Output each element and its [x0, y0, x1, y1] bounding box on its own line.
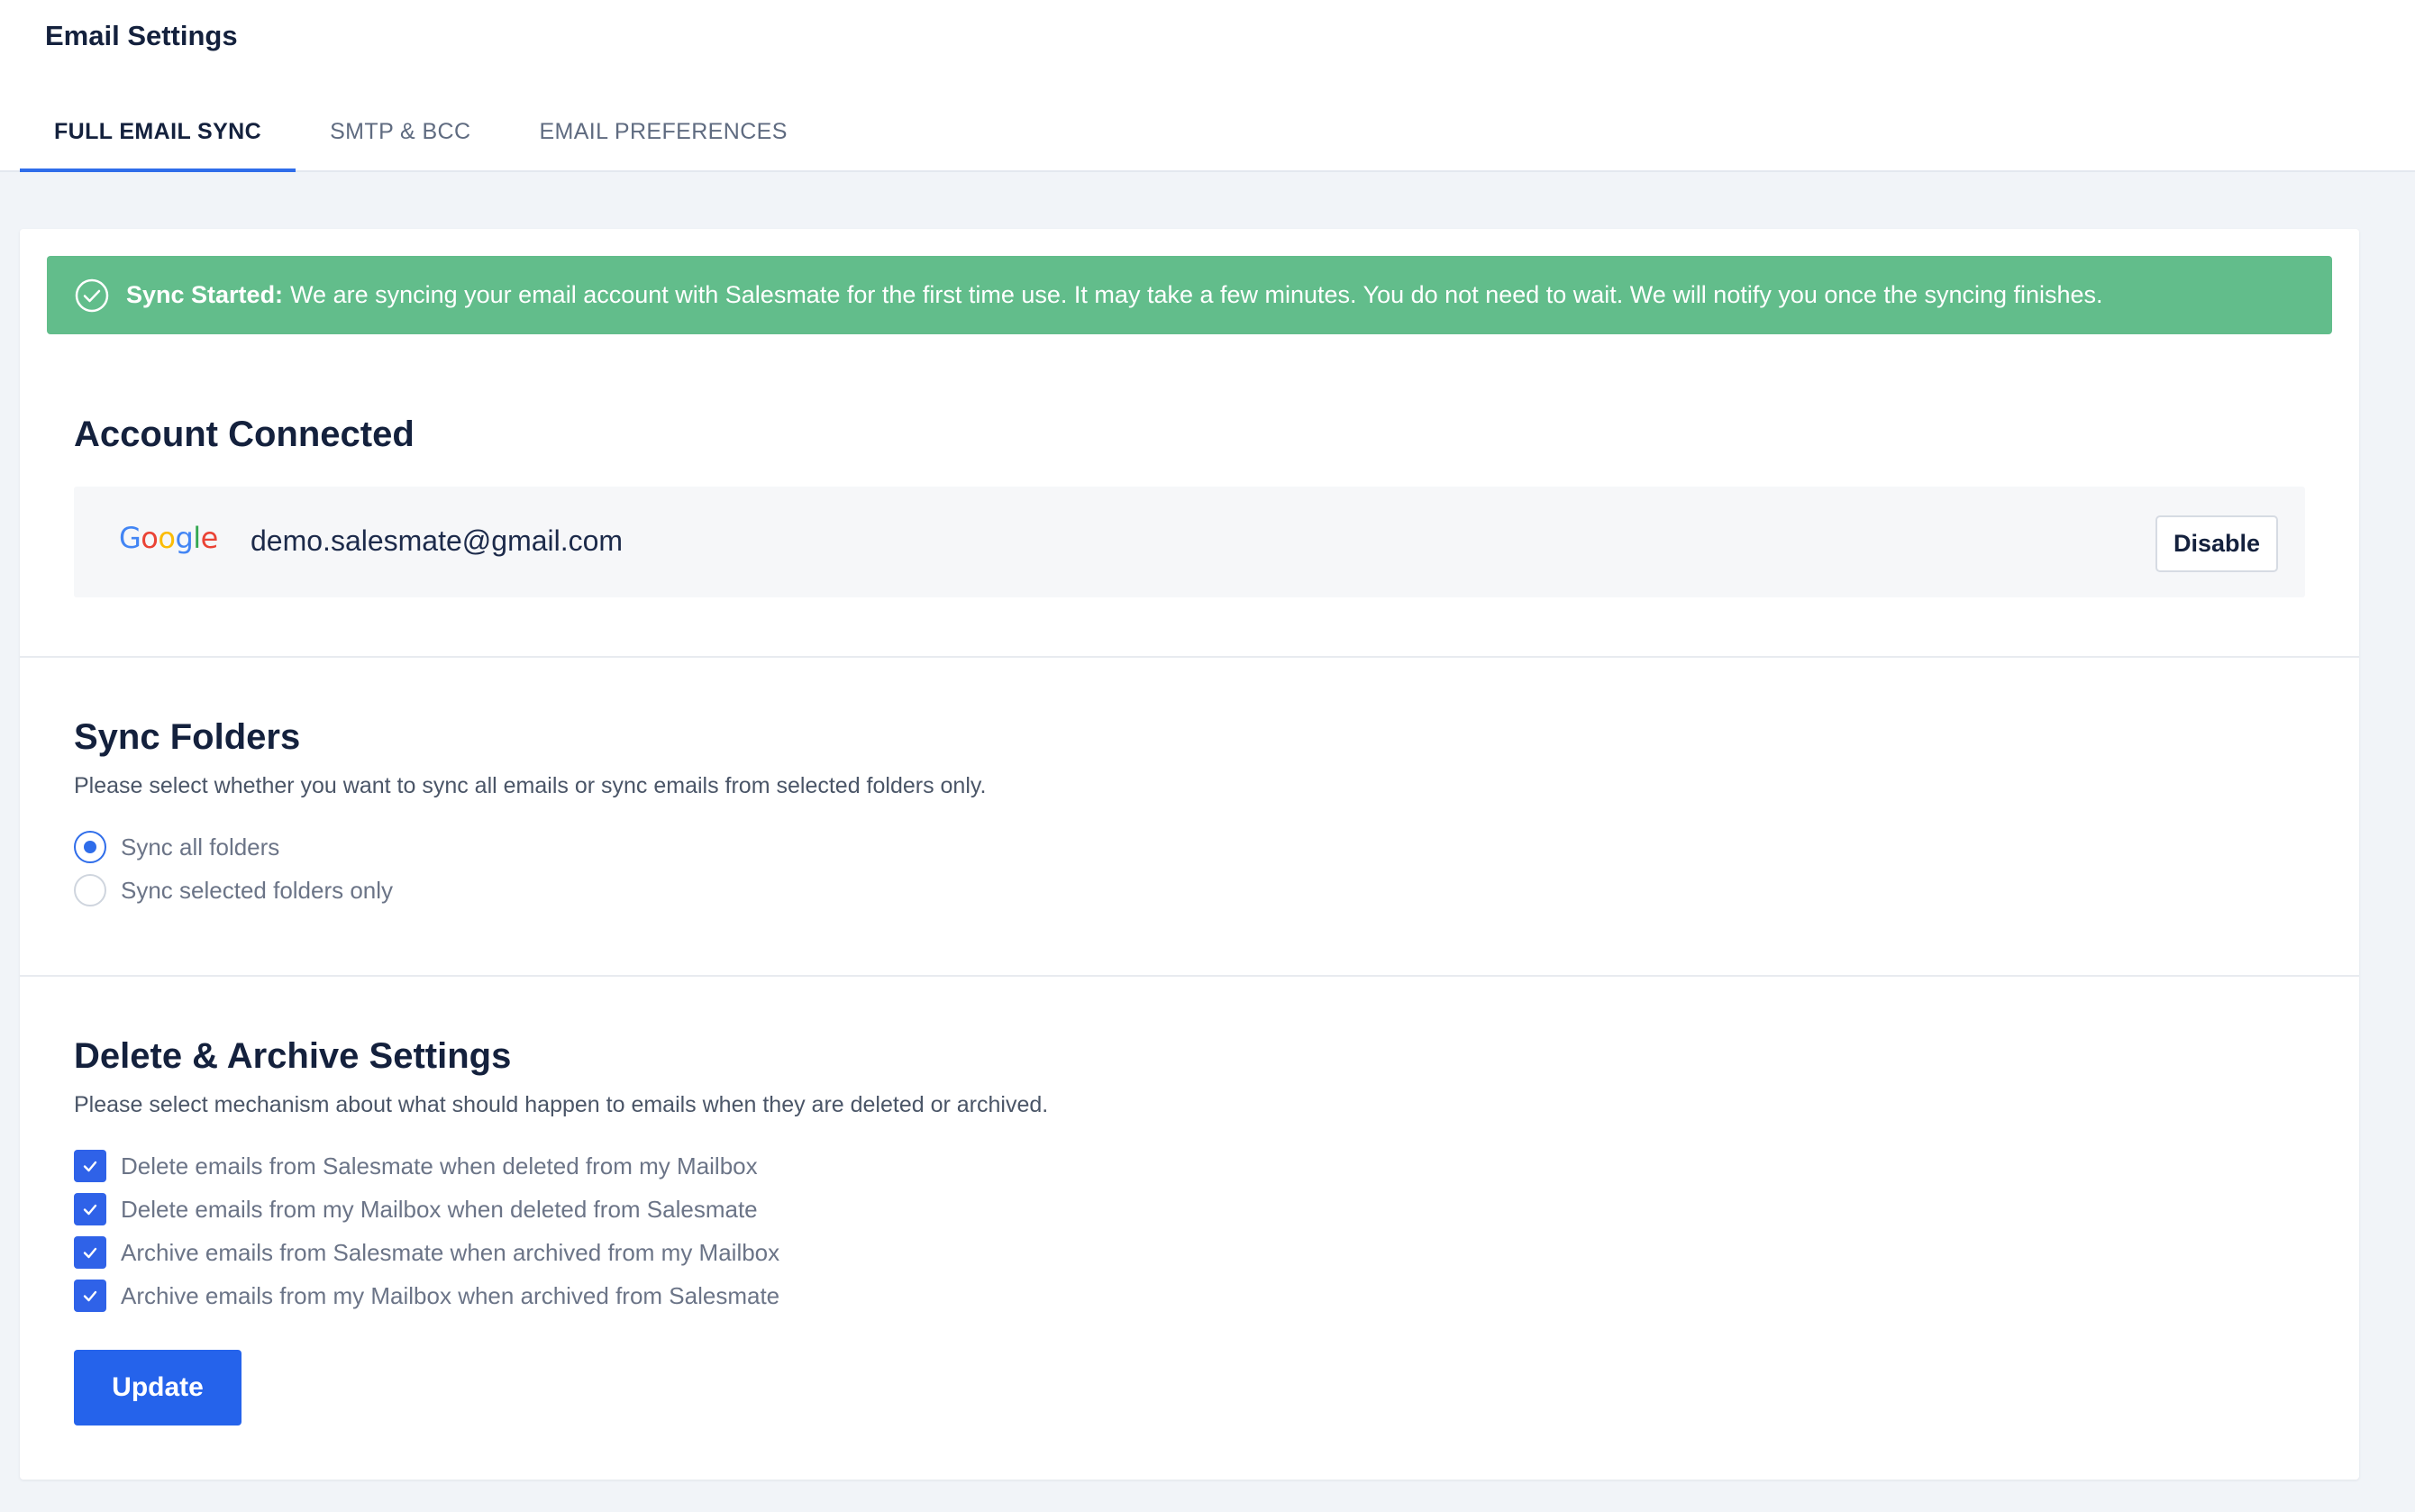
delete-from-salesmate-option[interactable]: Delete emails from Salesmate when delete… — [74, 1148, 758, 1184]
section-divider — [20, 656, 2359, 658]
option-label: Delete emails from Salesmate when delete… — [121, 1152, 758, 1180]
delete-from-mailbox-option[interactable]: Delete emails from my Mailbox when delet… — [74, 1191, 758, 1227]
delete-archive-title: Delete & Archive Settings — [74, 1036, 512, 1076]
archive-from-mailbox-checkbox[interactable] — [74, 1280, 106, 1312]
tab-email-preferences[interactable]: EMAIL PREFERENCES — [505, 99, 821, 172]
option-label: Archive emails from Salesmate when archi… — [121, 1238, 780, 1266]
checkmark-icon — [83, 1247, 97, 1259]
sync-selected-folders-radio[interactable] — [74, 874, 106, 906]
option-label: Delete emails from my Mailbox when delet… — [121, 1195, 758, 1223]
banner-title: Sync Started: — [126, 281, 284, 308]
account-email: demo.salesmate@gmail.com — [251, 524, 624, 557]
checkmark-icon — [83, 1204, 97, 1216]
section-divider — [20, 975, 2359, 977]
account-connected-title: Account Connected — [74, 414, 415, 454]
checkmark-icon — [83, 1290, 97, 1302]
page-title: Email Settings — [45, 20, 238, 51]
banner-message: We are syncing your email account with S… — [290, 281, 2103, 308]
check-circle-icon — [75, 278, 109, 312]
page-header: Email Settings FULL EMAIL SYNC SMTP & BC… — [0, 0, 2415, 172]
delete-from-mailbox-checkbox[interactable] — [74, 1193, 106, 1225]
delete-archive-description: Please select mechanism about what shoul… — [74, 1092, 1049, 1117]
delete-from-salesmate-checkbox[interactable] — [74, 1150, 106, 1182]
option-label: Sync selected folders only — [121, 876, 394, 904]
option-label: Sync all folders — [121, 833, 280, 861]
sync-all-folders-option[interactable]: Sync all folders — [74, 829, 279, 865]
full-email-sync-card: Sync Started: We are syncing your email … — [20, 229, 2359, 1480]
checkmark-icon — [83, 1161, 97, 1172]
sync-folders-title: Sync Folders — [74, 717, 301, 757]
sync-all-folders-radio[interactable] — [74, 831, 106, 863]
tab-smtp-bcc[interactable]: SMTP & BCC — [296, 99, 505, 172]
archive-from-mailbox-option[interactable]: Archive emails from my Mailbox when arch… — [74, 1278, 779, 1314]
disable-button[interactable]: Disable — [2155, 515, 2278, 572]
sync-folders-description: Please select whether you want to sync a… — [74, 773, 987, 798]
update-button[interactable]: Update — [74, 1350, 242, 1425]
google-logo: Google — [119, 521, 218, 555]
settings-tabs: FULL EMAIL SYNC SMTP & BCC EMAIL PREFERE… — [20, 99, 822, 172]
connected-account-row: Google demo.salesmate@gmail.com Disable — [74, 487, 2305, 597]
archive-from-salesmate-checkbox[interactable] — [74, 1236, 106, 1269]
sync-started-banner: Sync Started: We are syncing your email … — [47, 256, 2332, 334]
tab-full-email-sync[interactable]: FULL EMAIL SYNC — [20, 99, 296, 172]
option-label: Archive emails from my Mailbox when arch… — [121, 1281, 780, 1309]
archive-from-salesmate-option[interactable]: Archive emails from Salesmate when archi… — [74, 1234, 779, 1271]
sync-selected-folders-option[interactable]: Sync selected folders only — [74, 872, 393, 908]
